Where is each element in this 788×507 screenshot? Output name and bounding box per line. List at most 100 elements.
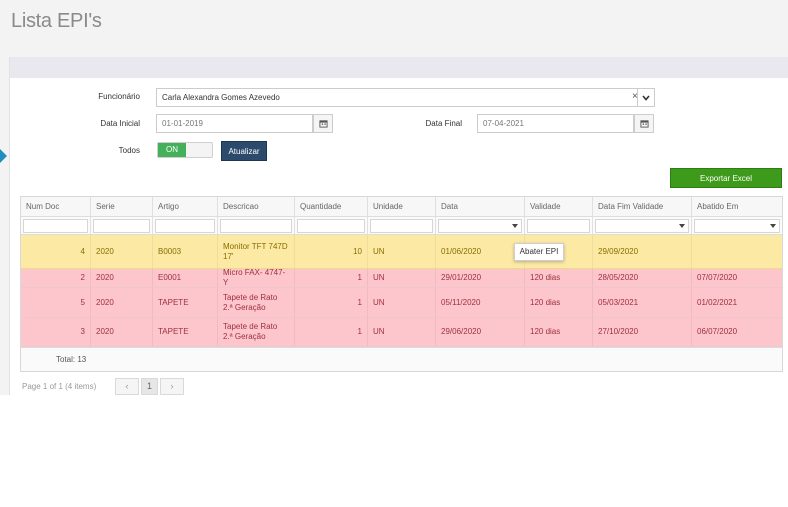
cell-num-doc: 5 (21, 288, 91, 317)
export-excel-button[interactable]: Exportar Excel (670, 168, 782, 188)
cell-serie: 2020 (91, 269, 153, 287)
pager-summary: Page 1 of 1 (4 items) (22, 382, 97, 391)
column-header-data-fim-validade[interactable]: Data Fim Validade (593, 197, 692, 216)
caret-down-icon[interactable] (770, 224, 776, 228)
cell-quantidade: 10 (295, 235, 368, 268)
filter-cell (593, 217, 692, 234)
filter-input[interactable] (527, 219, 590, 233)
filter-input[interactable] (370, 219, 433, 233)
cell-quantidade: 1 (295, 288, 368, 317)
todos-toggle[interactable]: ON (157, 142, 213, 158)
grid-header-row: Num Doc Serie Artigo Descricao Quantidad… (21, 197, 782, 217)
filter-input[interactable] (23, 219, 88, 233)
calendar-icon[interactable] (634, 114, 654, 133)
column-header-validade[interactable]: Validade (525, 197, 593, 216)
filter-cell (436, 217, 525, 234)
cell-artigo: TAPETE (153, 288, 218, 317)
caret-down-icon[interactable] (512, 224, 518, 228)
column-header-serie[interactable]: Serie (91, 197, 153, 216)
filter-cell (153, 217, 218, 234)
cell-data-fim-validade: 29/09/2020 (593, 235, 692, 268)
column-header-descricao[interactable]: Descricao (218, 197, 295, 216)
panel-header-bar (10, 57, 788, 78)
cell-descricao: Monitor TFT 747D 17' (218, 235, 295, 268)
cell-unidade: UN (368, 288, 436, 317)
funcionario-label: Funcionário (98, 92, 140, 101)
table-row[interactable]: 2 2020 E0001 Micro FAX- 4747-Y 1 UN 29/0… (21, 269, 782, 288)
cell-artigo: TAPETE (153, 318, 218, 346)
filter-date-dropdown[interactable] (694, 219, 780, 233)
cell-serie: 2020 (91, 318, 153, 346)
cell-data: 05/11/2020 (436, 288, 525, 317)
filter-date-dropdown[interactable] (438, 219, 522, 233)
cell-descricao: Tapete de Rato 2.ª Geração (218, 288, 295, 317)
table-row[interactable]: 4 2020 B0003 Monitor TFT 747D 17' 10 UN … (21, 235, 782, 269)
column-header-num-doc[interactable]: Num Doc (21, 197, 91, 216)
filter-cell (21, 217, 91, 234)
cell-quantidade: 1 (295, 269, 368, 287)
cell-artigo: B0003 (153, 235, 218, 268)
column-header-unidade[interactable]: Unidade (368, 197, 436, 216)
filter-date-dropdown[interactable] (595, 219, 689, 233)
cell-quantidade: 1 (295, 318, 368, 346)
page-header: Lista EPI's (0, 0, 788, 57)
epi-grid: Num Doc Serie Artigo Descricao Quantidad… (20, 196, 783, 372)
caret-down-icon[interactable] (679, 224, 685, 228)
cell-data: 29/01/2020 (436, 269, 525, 287)
cell-num-doc: 2 (21, 269, 91, 287)
abater-epi-tooltip[interactable]: Abater EPI (514, 243, 564, 261)
cell-artigo: E0001 (153, 269, 218, 287)
pager-next-button[interactable]: › (160, 378, 184, 395)
column-header-data[interactable]: Data (436, 197, 525, 216)
filter-input[interactable] (93, 219, 150, 233)
table-row[interactable]: 5 2020 TAPETE Tapete de Rato 2.ª Geração… (21, 288, 782, 318)
cell-abatido-em: 06/07/2020 (697, 327, 738, 336)
data-inicial-input[interactable]: 01-01-2019 (156, 114, 313, 133)
cell-validade: 120 dias (525, 269, 593, 287)
cell-serie: 2020 (91, 288, 153, 317)
data-final-label: Data Final (425, 119, 462, 128)
data-final-input[interactable]: 07-04-2021 (477, 114, 634, 133)
chevron-down-icon[interactable] (637, 88, 655, 107)
grid-filter-row (21, 217, 782, 235)
cell-descricao: Tapete de Rato 2.ª Geração (218, 318, 295, 346)
cell-validade: 120 dias (525, 318, 593, 346)
filter-input[interactable] (155, 219, 215, 233)
cell-data: 01/06/2020 (436, 235, 525, 268)
filter-cell (368, 217, 436, 234)
grid-footer: Total: 13 (21, 347, 782, 371)
cell-num-doc: 4 (21, 235, 91, 268)
cell-data-fim-validade: 28/05/2020 (593, 269, 692, 287)
cell-num-doc: 3 (21, 318, 91, 346)
cell-unidade: UN (368, 318, 436, 346)
pager-page-button[interactable]: 1 (141, 378, 158, 395)
toggle-on-label: ON (158, 143, 186, 157)
cell-data-fim-validade: 05/03/2021 (593, 288, 692, 317)
filter-input[interactable] (220, 219, 292, 233)
total-label: Total: 13 (56, 355, 87, 364)
data-inicial-label: Data Inicial (100, 119, 140, 128)
cell-descricao: Micro FAX- 4747-Y (218, 269, 295, 287)
table-row[interactable]: 3 2020 TAPETE Tapete de Rato 2.ª Geração… (21, 318, 782, 347)
column-header-artigo[interactable]: Artigo (153, 197, 218, 216)
filter-cell (91, 217, 153, 234)
page-title: Lista EPI's (11, 10, 102, 32)
funcionario-select[interactable]: Carla Alexandra Gomes Azevedo (156, 88, 640, 107)
column-header-abatido-em[interactable]: Abatido Em (692, 197, 782, 216)
column-header-quantidade[interactable]: Quantidade (295, 197, 368, 216)
atualizar-button[interactable]: Atualizar (221, 141, 267, 161)
cell-abatido-em: 07/07/2020 (697, 273, 738, 282)
cell-abatido-em (692, 235, 782, 268)
filter-cell (295, 217, 368, 234)
cell-unidade: UN (368, 269, 436, 287)
cell-serie: 2020 (91, 235, 153, 268)
filter-cell (692, 217, 782, 234)
expand-arrow-icon[interactable] (0, 149, 7, 163)
cell-data: 29/06/2020 (436, 318, 525, 346)
todos-label: Todos (118, 146, 140, 155)
calendar-icon[interactable] (313, 114, 333, 133)
pager-prev-button[interactable]: ‹ (115, 378, 139, 395)
filter-input[interactable] (297, 219, 365, 233)
left-rail (0, 57, 10, 395)
filter-cell (218, 217, 295, 234)
